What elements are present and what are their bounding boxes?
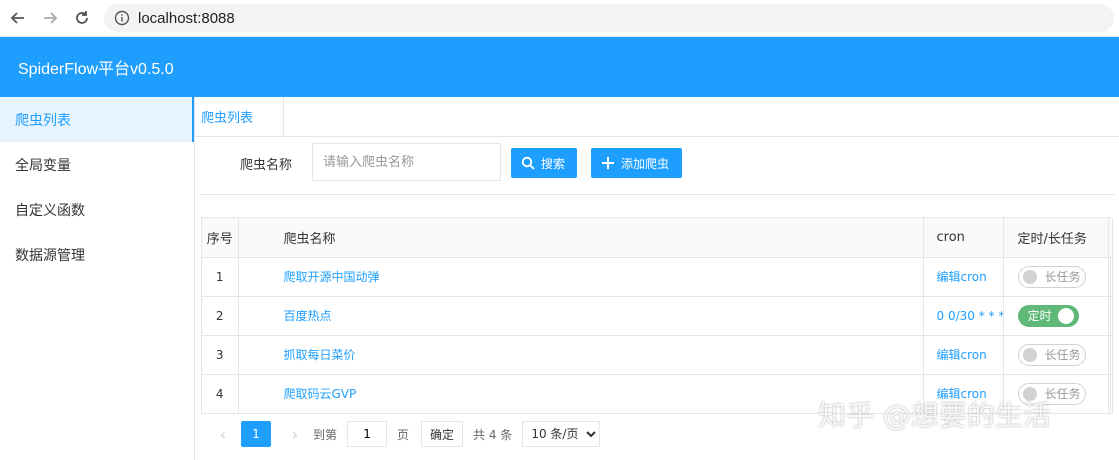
table-row: 1 爬取开源中国动弹 编辑cron 长任务 bbox=[202, 257, 1113, 297]
spider-name-link[interactable]: 抓取每日菜价 bbox=[284, 348, 356, 362]
edit-cron-link[interactable]: 编辑cron bbox=[937, 270, 987, 284]
edit-cron-link[interactable]: 编辑cron bbox=[937, 348, 987, 362]
sidebar-item-spider-list[interactable]: 爬虫列表 bbox=[0, 97, 194, 142]
spider-name-label: 爬虫名称 bbox=[240, 158, 293, 173]
row-index: 4 bbox=[202, 374, 239, 414]
col-header-index: 序号 bbox=[202, 218, 239, 258]
goto-page-input[interactable] bbox=[347, 421, 388, 447]
cron-expression-link[interactable]: 0 0/30 * * * ? bbox=[937, 309, 1003, 323]
col-header-extra bbox=[1108, 218, 1113, 258]
next-page-icon[interactable]: › bbox=[283, 425, 307, 444]
add-spider-button-label: 添加爬虫 bbox=[621, 156, 670, 171]
info-icon[interactable] bbox=[114, 10, 130, 26]
page-number-current[interactable]: 1 bbox=[241, 421, 271, 447]
forward-icon[interactable] bbox=[40, 8, 60, 28]
page-size-select[interactable]: 10 条/页 bbox=[522, 421, 601, 447]
prev-page-icon[interactable]: ‹ bbox=[211, 425, 235, 444]
watermark: 知乎 @想要的生活 bbox=[818, 399, 1051, 432]
toggle-label: 长任务 bbox=[1044, 348, 1081, 362]
goto-label: 到第 bbox=[313, 427, 338, 442]
browser-toolbar: localhost:8088 bbox=[0, 0, 1119, 37]
search-icon bbox=[521, 156, 535, 170]
search-button[interactable]: 搜索 bbox=[511, 148, 577, 178]
toggle-label: 长任务 bbox=[1044, 270, 1081, 284]
col-header-cron: cron bbox=[923, 218, 1004, 258]
row-index: 2 bbox=[202, 296, 239, 336]
toggle-knob bbox=[1057, 307, 1074, 324]
spider-name-link[interactable]: 百度热点 bbox=[284, 309, 332, 323]
sidebar: 爬虫列表 全局变量 自定义函数 数据源管理 bbox=[0, 97, 195, 460]
task-toggle[interactable]: 长任务 bbox=[1017, 265, 1086, 288]
toggle-knob bbox=[1022, 269, 1037, 284]
spider-name-link[interactable]: 爬取码云GVP bbox=[284, 387, 357, 401]
table-row: 3 抓取每日菜价 编辑cron 长任务 bbox=[202, 335, 1113, 375]
toggle-label: 定时 bbox=[1027, 309, 1052, 323]
table-row: 2 百度热点 0 0/30 * * * ? 定时 bbox=[202, 296, 1113, 336]
sidebar-item-global-variables[interactable]: 全局变量 bbox=[0, 142, 194, 187]
sidebar-item-custom-functions[interactable]: 自定义函数 bbox=[0, 187, 194, 232]
url-text: localhost:8088 bbox=[138, 9, 235, 27]
plus-icon bbox=[602, 157, 614, 169]
search-button-label: 搜索 bbox=[541, 156, 566, 171]
toggle-knob bbox=[1022, 347, 1037, 362]
page-unit-label: 页 bbox=[397, 427, 410, 442]
table-header-row: 序号 爬虫名称 cron 定时/长任务 bbox=[202, 218, 1113, 258]
app-title: SpiderFlow平台v0.5.0 bbox=[18, 61, 174, 78]
search-form: 爬虫名称 搜索 添加爬虫 bbox=[200, 143, 1115, 195]
sidebar-item-datasource[interactable]: 数据源管理 bbox=[0, 232, 194, 277]
reload-icon[interactable] bbox=[72, 8, 92, 28]
tab-spider-list[interactable]: 爬虫列表 bbox=[196, 97, 285, 136]
row-index: 3 bbox=[202, 335, 239, 375]
goto-confirm-button[interactable]: 确定 bbox=[421, 421, 464, 447]
add-spider-button[interactable]: 添加爬虫 bbox=[591, 148, 682, 178]
row-index: 1 bbox=[202, 257, 239, 297]
col-header-task: 定时/长任务 bbox=[1003, 218, 1109, 258]
task-toggle[interactable]: 长任务 bbox=[1017, 343, 1086, 366]
address-bar[interactable]: localhost:8088 bbox=[104, 4, 1114, 32]
total-count: 共 4 条 bbox=[473, 427, 513, 442]
col-header-name: 爬虫名称 bbox=[238, 218, 924, 258]
app-header: SpiderFlow平台v0.5.0 bbox=[0, 37, 1119, 97]
tab-bar: 爬虫列表 bbox=[196, 97, 1119, 137]
spider-name-link[interactable]: 爬取开源中国动弹 bbox=[284, 270, 380, 284]
task-toggle[interactable]: 定时 bbox=[1017, 304, 1079, 327]
back-icon[interactable] bbox=[8, 8, 28, 28]
spider-name-input[interactable] bbox=[312, 143, 501, 181]
